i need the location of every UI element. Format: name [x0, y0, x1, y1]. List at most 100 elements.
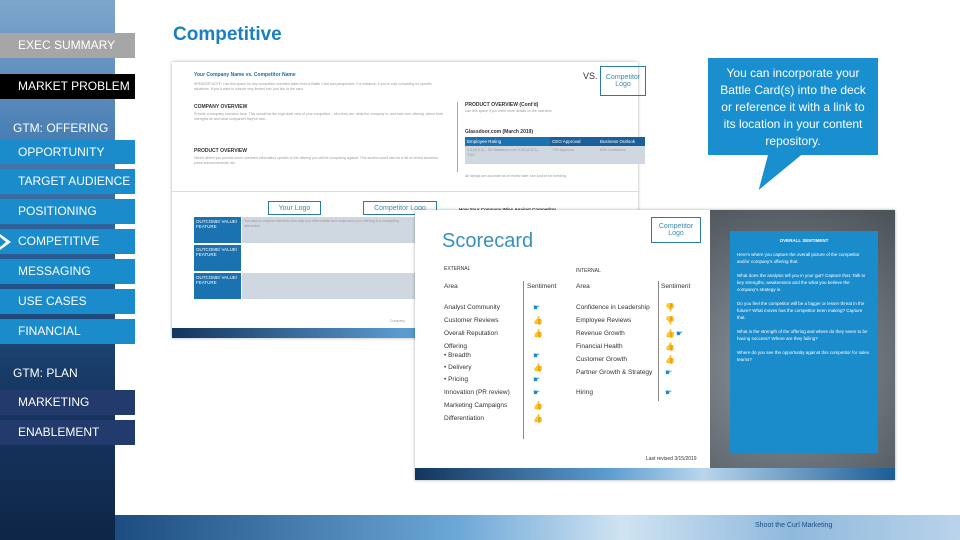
- row-label: OUTCOME/ VALUE/ FEATURE: [194, 273, 241, 299]
- product-overview-text: Here's where you provide some overview i…: [194, 156, 439, 165]
- scorecard-area: • Breadth: [444, 352, 471, 359]
- nav-exec-summary[interactable]: EXEC SUMMARY: [0, 33, 135, 58]
- glassdoor-cell: 72% Approval: [550, 146, 598, 164]
- footer-strip: [115, 515, 960, 540]
- neutral-sentiment-icon: ☛: [533, 351, 541, 360]
- row-label: OUTCOME/ VALUE/ FEATURE: [194, 217, 241, 243]
- overall-paragraph: What is the strength of the offering and…: [737, 329, 868, 341]
- nav-use-cases[interactable]: USE CASES: [0, 289, 135, 314]
- glassdoor-header: Employee Rating: [465, 137, 550, 146]
- glassdoor-cell: 3.3 (of 5.0) – On Glassdoor.com 3.39 (of…: [465, 146, 550, 164]
- external-sentiment-header: Sentiment: [527, 283, 557, 290]
- scorecard-thumbnail: Scorecard Competitor Logo EXTERNAL INTER…: [415, 210, 895, 480]
- row-label: OUTCOME/ VALUE/ FEATURE: [194, 245, 241, 271]
- speaker-note: SPEAKER NOTE: Use this space for any com…: [194, 82, 432, 91]
- vs-label: VS.: [583, 71, 598, 81]
- positive-sentiment-icon: 👍: [665, 342, 675, 351]
- glassdoor-header: Business Outlook: [598, 137, 645, 146]
- scorecard-area: Hiring: [576, 389, 593, 396]
- neutral-sentiment-icon: ☛: [665, 368, 673, 377]
- positive-sentiment-icon: 👍: [533, 414, 543, 423]
- scorecard-area: Confidence in Leadership: [576, 304, 650, 311]
- glassdoor-table: Employee Rating CEO Approval Business Ou…: [465, 137, 645, 164]
- glassdoor-header: CEO Approval: [550, 137, 598, 146]
- neutral-sentiment-icon: ☛: [533, 303, 541, 312]
- page-title: Competitive: [173, 24, 282, 45]
- divider: [523, 281, 524, 439]
- product-overview-cont-text: Use this space if you need more details …: [465, 109, 553, 113]
- nav-opportunity[interactable]: OPPORTUNITY: [0, 140, 135, 164]
- nav-competitive-label: COMPETITIVE: [18, 234, 100, 248]
- neutral-sentiment-icon: ☛: [533, 388, 541, 397]
- product-overview-title: PRODUCT OVERVIEW: [194, 148, 247, 154]
- positive-sentiment-icon: 👍: [533, 316, 543, 325]
- callout-tooltip: You can incorporate your Battle Card(s) …: [708, 58, 878, 155]
- internal-area-header: Area: [576, 283, 590, 290]
- scorecard-area: Employee Reviews: [576, 317, 632, 324]
- external-area-header: Area: [444, 283, 458, 290]
- nav-competitive[interactable]: COMPETITIVE: [0, 229, 135, 254]
- nav-financial[interactable]: FINANCIAL: [0, 319, 135, 344]
- scorecard-area: Customer Reviews: [444, 317, 499, 324]
- positive-sentiment-icon: 👍: [665, 355, 675, 364]
- scorecard-area: • Pricing: [444, 376, 468, 383]
- neutral-sentiment-icon: ☛: [676, 329, 684, 338]
- nav-enablement[interactable]: ENABLEMENT: [0, 420, 135, 445]
- scorecard-area: Offering: [444, 343, 468, 350]
- scorecard-competitor-logo: Competitor Logo: [651, 217, 701, 243]
- scorecard-area: Financial Health: [576, 343, 623, 350]
- scorecard-area: Analyst Community: [444, 304, 500, 311]
- nav-market-problem[interactable]: MARKET PROBLEM: [0, 74, 135, 99]
- scorecard-area: Customer Growth: [576, 356, 627, 363]
- scorecard-area: Differentiation: [444, 415, 484, 422]
- glassdoor-cell: 62% Confidence: [598, 146, 645, 164]
- row1-col1: You want to capture elements that help y…: [242, 217, 415, 243]
- callout-tail: [750, 150, 808, 190]
- divider: [457, 102, 458, 172]
- overall-sentiment-panel: OVERALL SENTIMENT Here's where you captu…: [730, 231, 878, 453]
- neutral-sentiment-icon: ☛: [665, 388, 673, 397]
- negative-sentiment-icon: 👎: [665, 316, 675, 325]
- last-revised: Last revised 3/15/2019: [646, 456, 697, 462]
- glassdoor-note: All ratings are accurate as of review da…: [465, 174, 567, 178]
- nav-positioning[interactable]: POSITIONING: [0, 199, 135, 224]
- product-overview-cont-title: PRODUCT OVERVIEW (Cont'd): [465, 102, 539, 108]
- overall-paragraph: What does the analysis tell you in your …: [737, 273, 866, 292]
- your-logo-placeholder: Your Logo: [268, 201, 321, 215]
- scorecard-area: Overall Reputation: [444, 330, 498, 337]
- positive-sentiment-icon: 👍: [533, 401, 543, 410]
- nav-marketing[interactable]: MARKETING: [0, 390, 135, 415]
- company-overview-title: COMPANY OVERVIEW: [194, 104, 248, 110]
- neutral-sentiment-icon: ☛: [533, 375, 541, 384]
- positive-sentiment-icon: 👍: [665, 329, 675, 338]
- external-label: EXTERNAL: [444, 266, 471, 272]
- battlecard-footer: Company: [390, 319, 405, 323]
- overall-paragraph: Where do you see the opportunity against…: [737, 350, 870, 362]
- scorecard-area: Marketing Campaigns: [444, 402, 508, 409]
- competitor-logo-placeholder: Competitor Logo: [600, 66, 646, 96]
- scorecard-area: • Delivery: [444, 364, 472, 371]
- internal-label: INTERNAL: [576, 268, 601, 274]
- divider: [658, 281, 659, 401]
- positive-sentiment-icon: 👍: [533, 363, 543, 372]
- nav-section-gtm-offering: GTM: OFFERING: [13, 121, 109, 135]
- nav-messaging[interactable]: MESSAGING: [0, 259, 135, 284]
- scorecard-area: Revenue Growth: [576, 330, 625, 337]
- scorecard-footer-strip: [415, 468, 895, 480]
- current-indicator-icon: [0, 234, 11, 250]
- section-divider: [172, 191, 638, 192]
- positive-sentiment-icon: 👍: [533, 329, 543, 338]
- negative-sentiment-icon: 👎: [665, 303, 675, 312]
- footer-brand: Shoot the Curl Marketing: [755, 522, 833, 529]
- battlecard-heading: Your Company Name vs. Competitor Name: [194, 72, 296, 78]
- nav-section-gtm-plan: GTM: PLAN: [13, 366, 78, 380]
- overall-paragraph: Here's where you capture the overall pic…: [737, 252, 860, 264]
- company-overview-text: Provide a company overview here. This sh…: [194, 112, 444, 121]
- internal-sentiment-header: Sentiment: [661, 283, 691, 290]
- scorecard-area: Innovation (PR review): [444, 389, 510, 396]
- scorecard-title: Scorecard: [442, 230, 534, 252]
- overall-paragraph: Do you feel the competitor will be a big…: [737, 301, 865, 320]
- overall-sentiment-title: OVERALL SENTIMENT: [779, 238, 829, 243]
- glassdoor-title: Glassdoor.com (March 2019): [465, 129, 534, 135]
- nav-target-audience[interactable]: TARGET AUDIENCE: [0, 169, 135, 194]
